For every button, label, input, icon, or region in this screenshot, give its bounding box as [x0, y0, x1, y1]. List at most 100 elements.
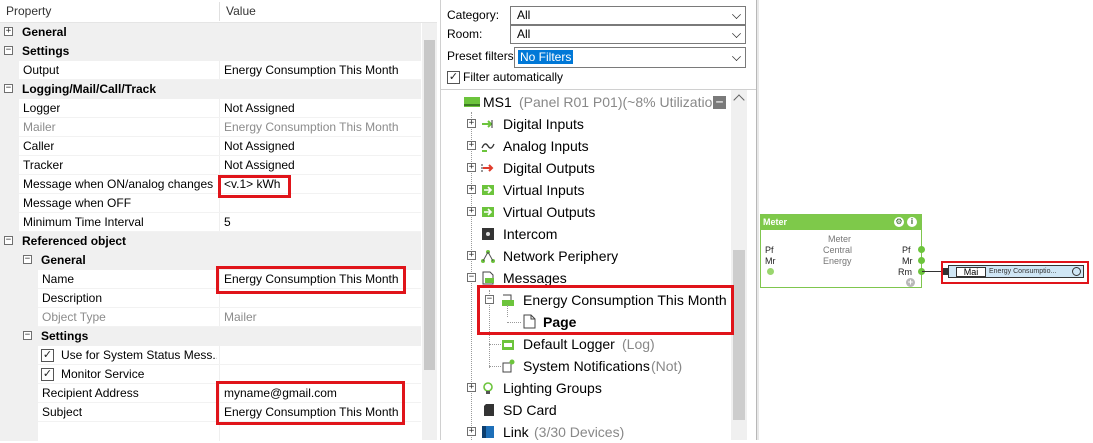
- property-row-object-type[interactable]: Object Type Mailer: [0, 308, 421, 327]
- tree-item-label: Network Periphery: [503, 248, 619, 264]
- expand-icon[interactable]: +: [467, 141, 476, 150]
- output-connector[interactable]: [918, 246, 925, 253]
- collapse-icon[interactable]: −: [4, 46, 13, 55]
- property-grid-scroll-thumb[interactable]: [424, 40, 435, 370]
- room-filter-label: Room:: [447, 27, 483, 41]
- tree-item-label: Default Logger: [523, 336, 615, 352]
- highlight-box: [216, 266, 406, 294]
- expand-icon[interactable]: +: [467, 251, 476, 260]
- gear-icon[interactable]: ⚙: [894, 217, 904, 227]
- property-label: Caller: [23, 139, 55, 153]
- property-value[interactable]: Energy Consumption This Month: [224, 61, 399, 80]
- collapse-icon[interactable]: −: [23, 255, 32, 264]
- category-dropdown[interactable]: All: [510, 6, 746, 25]
- property-label: Subject: [42, 405, 83, 419]
- analog-inputs-icon: [481, 143, 495, 152]
- property-value[interactable]: 5: [224, 213, 231, 232]
- expand-icon[interactable]: +: [467, 427, 476, 436]
- filter-automatically-label: Filter automatically: [463, 70, 564, 84]
- tree-root-ms1[interactable]: MS1 (Panel R01 P01)(~8% Utilization: [447, 91, 729, 113]
- property-row-output[interactable]: Output Energy Consumption This Month: [0, 61, 421, 80]
- subcategory-settings[interactable]: − Settings: [0, 327, 421, 346]
- monitor-service-checkbox[interactable]: ✓: [41, 368, 54, 381]
- property-value: Energy Consumption This Month: [224, 120, 399, 134]
- meter-block[interactable]: Meter ⚙ i Meter Pf Mr Central Energy Pf …: [760, 214, 925, 288]
- filter-automatically-checkbox[interactable]: ✓: [447, 71, 460, 84]
- property-row-logger[interactable]: Logger Not Assigned: [0, 99, 421, 118]
- collapse-icon[interactable]: −: [4, 236, 13, 245]
- expand-icon[interactable]: +: [467, 163, 476, 172]
- system-status-checkbox[interactable]: ✓: [41, 349, 54, 362]
- property-label: Object Type: [42, 310, 106, 324]
- tree-item-label: Digital Outputs: [503, 160, 595, 176]
- chevron-down-icon: [732, 52, 741, 61]
- expand-icon[interactable]: +: [467, 119, 476, 128]
- expand-icon[interactable]: +: [467, 185, 476, 194]
- collapse-icon[interactable]: −: [23, 331, 32, 340]
- row-gutter: [19, 365, 38, 384]
- property-row-message-on[interactable]: Message when ON/analog changes <v.1> kWh: [0, 175, 421, 194]
- property-row-caller[interactable]: Caller Not Assigned: [0, 137, 421, 156]
- property-row-tracker[interactable]: Tracker Not Assigned: [0, 156, 421, 175]
- row-divider: [219, 99, 220, 118]
- tree-item-label: Virtual Outputs: [503, 204, 596, 220]
- row-divider: [219, 137, 220, 156]
- digital-outputs-icon: [481, 164, 494, 172]
- row-gutter: [19, 422, 38, 441]
- collapse-icon[interactable]: −: [713, 96, 726, 109]
- category-general[interactable]: + General: [0, 23, 421, 42]
- row-gutter: [0, 175, 19, 194]
- value-column-header[interactable]: Value: [226, 0, 256, 23]
- column-separator[interactable]: [219, 2, 220, 21]
- input-connector[interactable]: [767, 268, 774, 275]
- info-icon[interactable]: i: [907, 217, 917, 227]
- add-output-icon[interactable]: +: [906, 278, 915, 287]
- output-mr-label: Mr: [902, 256, 913, 266]
- property-label: Logger: [23, 101, 61, 115]
- row-gutter: [0, 270, 19, 289]
- category-settings[interactable]: − Settings: [0, 42, 421, 61]
- property-label: Use for System Status Mess...: [61, 348, 217, 362]
- property-label: Recipient Address: [42, 386, 139, 400]
- category-logging[interactable]: − Logging/Mail/Call/Track: [0, 80, 421, 99]
- tree-item-detail: (Not): [651, 358, 683, 374]
- digital-inputs-icon: [482, 120, 493, 128]
- property-row-message-off[interactable]: Message when OFF: [0, 194, 421, 213]
- expand-icon[interactable]: +: [467, 207, 476, 216]
- tree-connector: [489, 344, 501, 345]
- property-value[interactable]: Not Assigned: [224, 99, 295, 118]
- preset-filters-value: No Filters: [518, 50, 574, 64]
- row-gutter: [19, 384, 38, 403]
- property-value[interactable]: Not Assigned: [224, 156, 295, 175]
- row-divider: [219, 118, 220, 137]
- output-rm-label: Rm: [898, 267, 912, 277]
- tree-scroll-thumb[interactable]: [733, 250, 745, 420]
- collapse-icon[interactable]: −: [467, 273, 476, 282]
- expand-icon[interactable]: +: [4, 27, 13, 36]
- messages-icon: [482, 271, 494, 285]
- room-dropdown[interactable]: All: [510, 25, 746, 44]
- category-label: Settings: [41, 329, 89, 343]
- property-row-min-interval[interactable]: Minimum Time Interval 5: [0, 213, 421, 232]
- property-row-system-status[interactable]: ✓ Use for System Status Mess...: [0, 346, 421, 365]
- row-gutter: [0, 61, 19, 80]
- property-column-header[interactable]: Property: [6, 0, 51, 23]
- row-gutter: [19, 346, 38, 365]
- property-value[interactable]: Not Assigned: [224, 137, 295, 156]
- expand-icon[interactable]: +: [467, 383, 476, 392]
- row-divider: [219, 308, 220, 327]
- input-pf-label: Pf: [765, 245, 774, 255]
- tree-root-label: MS1: [483, 94, 512, 110]
- intercom-icon: [482, 228, 494, 240]
- property-row-mailer[interactable]: Mailer Energy Consumption This Month: [0, 118, 421, 137]
- preset-filters-dropdown[interactable]: No Filters: [514, 47, 746, 68]
- collapse-icon[interactable]: −: [4, 84, 13, 93]
- tree-item-detail: (Log): [622, 336, 655, 352]
- category-referenced-object[interactable]: − Referenced object: [0, 232, 421, 251]
- highlight-box: [477, 285, 734, 335]
- output-connector[interactable]: [918, 257, 925, 264]
- room-dropdown-value: All: [517, 27, 531, 41]
- chevron-down-icon: [732, 29, 741, 38]
- category-label: Settings: [22, 44, 70, 58]
- row-divider: [219, 61, 220, 80]
